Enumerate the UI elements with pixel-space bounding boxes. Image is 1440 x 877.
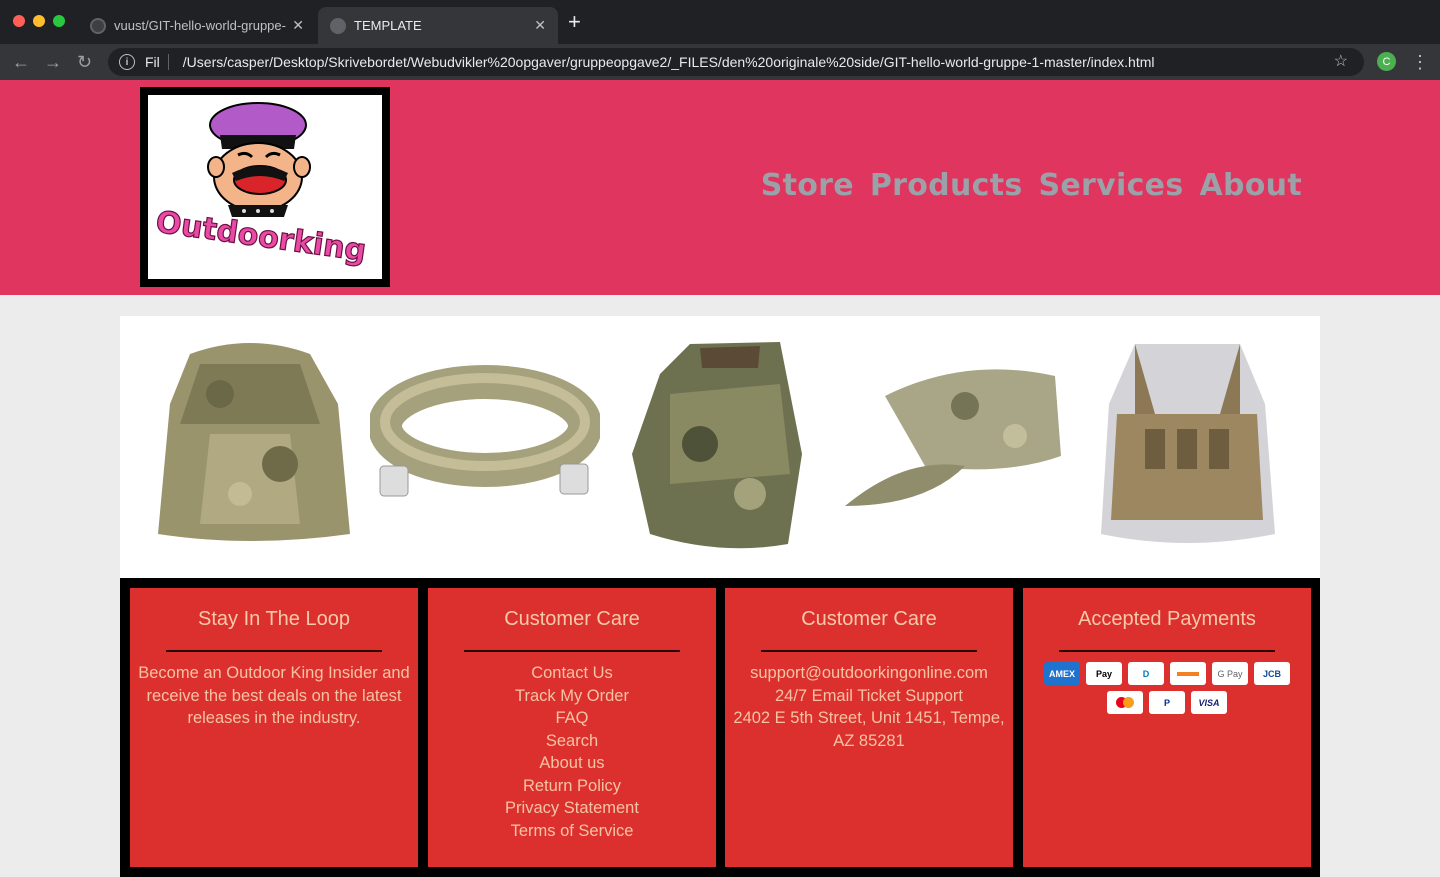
web-page: Outdoorking Store Products Services Abou… — [0, 80, 1440, 877]
cap-icon[interactable] — [845, 356, 1065, 516]
site-footer: Stay In The Loop Become an Outdoor King … — [120, 578, 1320, 877]
browser-tab-template[interactable]: TEMPLATE ✕ — [318, 7, 558, 44]
apple-pay-icon: Pay — [1086, 662, 1122, 685]
backpack-icon[interactable] — [140, 334, 360, 552]
mastercard-icon — [1107, 691, 1143, 714]
footer-heading: Stay In The Loop — [198, 608, 350, 630]
profile-avatar[interactable]: C — [1377, 52, 1396, 71]
reload-icon[interactable]: ↻ — [77, 50, 92, 74]
footer-heading: Accepted Payments — [1078, 608, 1256, 630]
address-text: 2402 E 5th Street, Unit 1451, Tempe, AZ … — [733, 709, 1005, 750]
site-logo[interactable]: Outdoorking — [140, 87, 390, 287]
link-track-order[interactable]: Track My Order — [515, 687, 629, 705]
site-header: Outdoorking Store Products Services Abou… — [0, 80, 1440, 295]
nav-about[interactable]: About — [1199, 168, 1302, 203]
close-tab-icon[interactable]: ✕ — [292, 17, 304, 33]
nav-store[interactable]: Store — [761, 168, 854, 203]
url-text[interactable]: /Users/casper/Desktop/Skrivebordet/Webud… — [183, 54, 1155, 70]
link-about-us[interactable]: About us — [539, 754, 604, 772]
mascot-icon: Outdoorking — [153, 102, 369, 270]
tab-title: vuust/GIT-hello-world-gruppe- — [114, 18, 286, 33]
github-icon — [90, 17, 106, 34]
address-bar[interactable]: i Fil /Users/casper/Desktop/Skrivebordet… — [108, 48, 1364, 76]
amex-icon: AMEX — [1044, 662, 1080, 685]
newsletter-text: Become an Outdoor King Insider and recei… — [138, 664, 410, 727]
link-search[interactable]: Search — [546, 732, 598, 750]
footer-heading: Customer Care — [801, 608, 937, 630]
address-scheme-label: Fil — [145, 54, 160, 70]
link-privacy[interactable]: Privacy Statement — [505, 799, 639, 817]
browser-toolbar: ← → ↻ i Fil /Users/casper/Desktop/Skrive… — [0, 44, 1440, 80]
main-nav: Store Products Services About — [761, 168, 1302, 203]
browser-menu-icon[interactable]: ⋮ — [1411, 50, 1429, 74]
close-window-button[interactable] — [13, 15, 25, 27]
logo-image: Outdoorking — [148, 95, 382, 279]
customer-care-links: Contact Us Track My Order FAQ Search Abo… — [428, 662, 716, 842]
forward-icon[interactable]: → — [44, 50, 62, 74]
visa-icon: VISA — [1191, 691, 1227, 714]
new-tab-button[interactable]: + — [568, 11, 581, 33]
support-email-link[interactable]: support@outdoorkingonline.com — [750, 664, 988, 682]
divider — [167, 54, 169, 70]
nav-services[interactable]: Services — [1039, 168, 1184, 203]
link-faq[interactable]: FAQ — [555, 709, 588, 727]
google-pay-icon: G Pay — [1212, 662, 1248, 685]
footer-col-payments: Accepted Payments AMEX Pay D G Pay JCB P… — [1023, 588, 1311, 867]
divider — [166, 650, 382, 652]
divider — [1059, 650, 1275, 652]
browser-tab-github[interactable]: vuust/GIT-hello-world-gruppe- ✕ — [78, 7, 316, 44]
footer-heading: Customer Care — [504, 608, 640, 630]
divider — [464, 650, 680, 652]
link-terms[interactable]: Terms of Service — [511, 822, 634, 840]
minimize-window-button[interactable] — [33, 15, 45, 27]
footer-col-newsletter: Stay In The Loop Become an Outdoor King … — [130, 588, 418, 867]
belt-icon[interactable] — [370, 356, 600, 526]
payment-icons: AMEX Pay D G Pay JCB P VISA — [1037, 662, 1297, 714]
diners-club-icon: D — [1128, 662, 1164, 685]
support-hours: 24/7 Email Ticket Support — [774, 686, 963, 705]
footer-col-customer-care: Customer Care Contact Us Track My Order … — [428, 588, 716, 867]
nav-products[interactable]: Products — [870, 168, 1023, 203]
link-return-policy[interactable]: Return Policy — [523, 777, 621, 795]
vest-icon[interactable] — [1095, 334, 1280, 552]
divider — [761, 650, 977, 652]
paypal-icon: P — [1149, 691, 1185, 714]
glove-icon[interactable] — [630, 334, 810, 552]
maximize-window-button[interactable] — [53, 15, 65, 27]
info-icon[interactable]: i — [119, 54, 135, 70]
jcb-icon: JCB — [1254, 662, 1290, 685]
globe-icon — [330, 17, 346, 34]
bookmark-star-icon[interactable]: ☆ — [1334, 51, 1348, 71]
discover-icon — [1170, 662, 1206, 685]
close-tab-icon[interactable]: ✕ — [534, 17, 546, 33]
browser-tab-bar: vuust/GIT-hello-world-gruppe- ✕ TEMPLATE… — [0, 0, 1440, 44]
link-contact-us[interactable]: Contact Us — [531, 664, 613, 682]
tab-title: TEMPLATE — [354, 18, 422, 33]
footer-col-contact: Customer Care support@outdoorkingonline.… — [725, 588, 1013, 867]
back-icon[interactable]: ← — [12, 50, 30, 74]
product-gallery — [120, 316, 1320, 578]
